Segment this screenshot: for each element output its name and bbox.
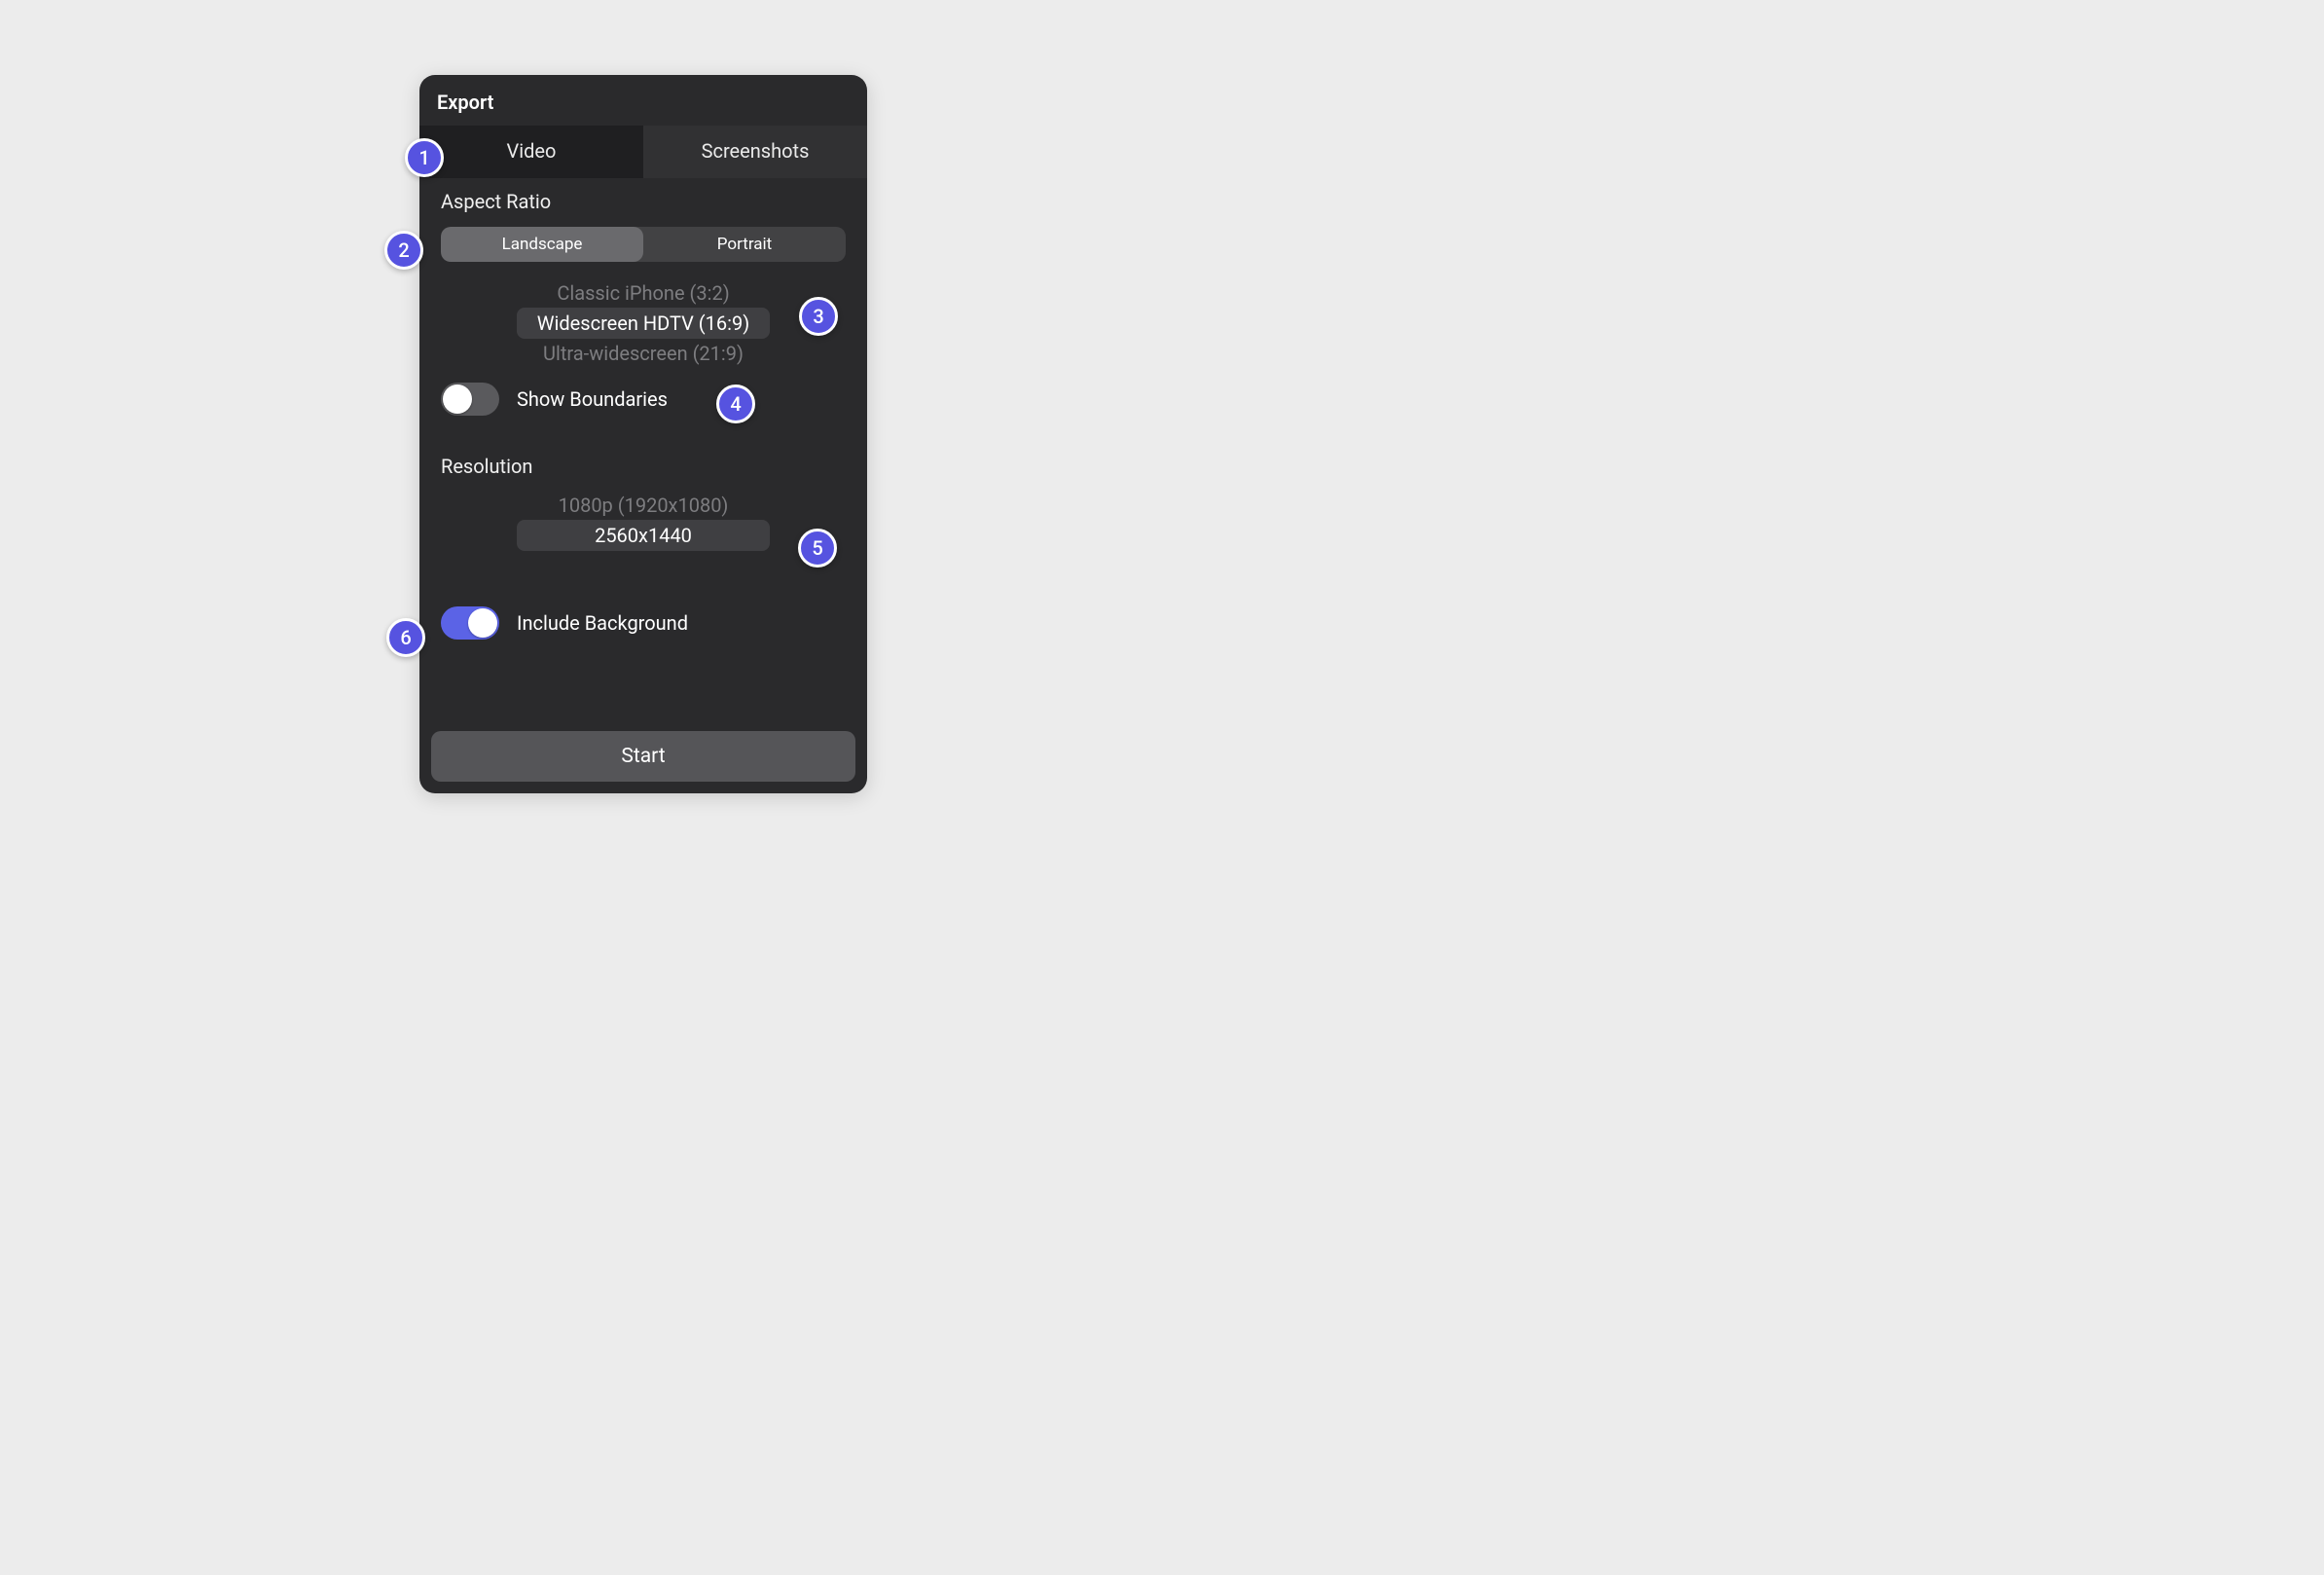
aspect-ratio-label: Aspect Ratio [441,190,846,213]
annotation-badge-2: 2 [384,231,423,270]
resolution-option-selected: 2560x1440 [517,520,770,551]
annotation-badge-6: 6 [386,618,425,657]
seg-portrait[interactable]: Portrait [643,227,846,262]
resolution-picker[interactable]: 1080p (1920x1080) 2560x1440 [503,492,783,560]
resolution-option-prev: 1080p (1920x1080) [503,492,783,519]
resolution-label: Resolution [441,455,846,478]
aspect-ratio-section: Aspect Ratio Landscape Portrait Classic … [419,178,867,357]
seg-landscape[interactable]: Landscape [441,227,643,262]
include-background-row: Include Background [419,560,867,649]
annotation-badge-5: 5 [798,529,837,568]
aspect-option-prev: Classic iPhone (3:2) [503,279,783,307]
toggle-knob [443,385,472,414]
show-boundaries-toggle[interactable] [441,383,499,416]
aspect-option-selected: Widescreen HDTV (16:9) [517,308,770,339]
export-tabs: Video Screenshots [419,126,867,178]
tab-video[interactable]: Video [419,126,643,178]
annotation-badge-1: 1 [405,138,444,177]
export-panel: Export Video Screenshots Aspect Ratio La… [419,75,867,793]
toggle-knob [468,608,497,638]
aspect-option-next: Ultra-widescreen (21:9) [503,340,783,367]
show-boundaries-row: Show Boundaries [419,357,867,425]
include-background-label: Include Background [517,611,688,635]
annotation-badge-4: 4 [716,385,755,423]
tab-screenshots[interactable]: Screenshots [643,126,867,178]
aspect-ratio-picker[interactable]: Classic iPhone (3:2) Widescreen HDTV (16… [503,279,783,357]
start-button[interactable]: Start [431,731,855,782]
panel-title: Export [419,75,867,126]
include-background-toggle[interactable] [441,606,499,640]
orientation-segmented: Landscape Portrait [441,227,846,262]
show-boundaries-label: Show Boundaries [517,387,668,411]
annotation-badge-3: 3 [799,297,838,336]
